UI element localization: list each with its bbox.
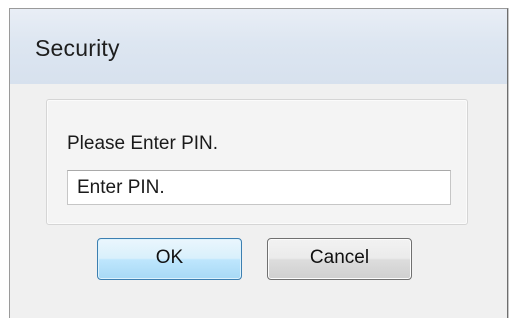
pin-prompt-label: Please Enter PIN. (67, 133, 219, 154)
pin-input[interactable] (67, 170, 451, 205)
security-dialog-window: Security Please Enter PIN. OK Cancel (9, 8, 508, 318)
screen: Security Please Enter PIN. OK Cancel (0, 0, 510, 318)
cancel-button[interactable]: Cancel (267, 238, 412, 280)
pin-group-box: Please Enter PIN. (46, 99, 468, 225)
window-title: Security (35, 35, 120, 61)
title-bar[interactable]: Security (10, 9, 507, 84)
dialog-client-area: Please Enter PIN. OK Cancel (18, 84, 499, 318)
ok-button[interactable]: OK (97, 238, 242, 280)
